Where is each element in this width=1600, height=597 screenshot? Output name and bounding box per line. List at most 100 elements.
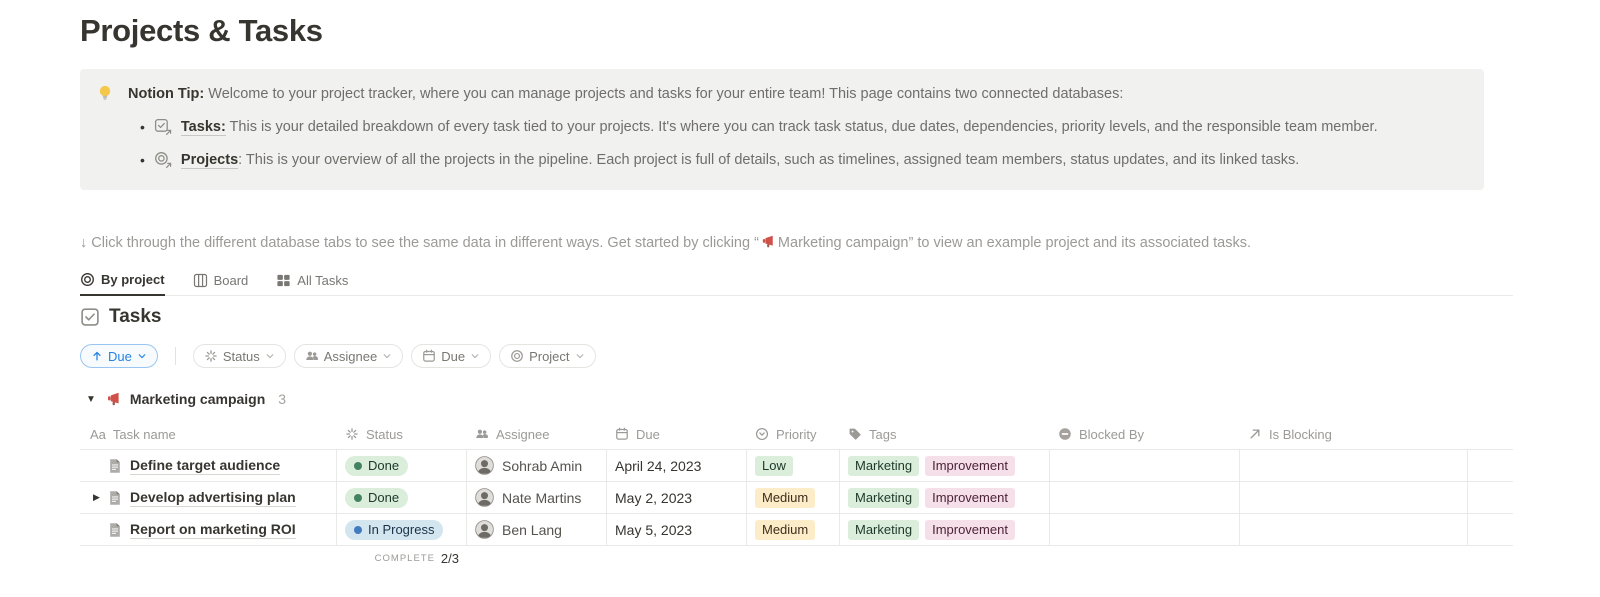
due-cell[interactable]: May 5, 2023 [607, 514, 747, 545]
column-calculation[interactable]: COMPLETE 2/3 [337, 551, 467, 566]
tag-pill[interactable]: Improvement [925, 520, 1015, 540]
notion-tip-callout: Notion Tip: Welcome to your project trac… [80, 69, 1484, 190]
blocked-by-cell[interactable] [1050, 514, 1240, 545]
tag-pill[interactable]: Marketing [848, 456, 919, 476]
avatar [475, 520, 494, 539]
tag-icon [848, 427, 862, 441]
database-title: Tasks [109, 306, 161, 328]
priority-cell[interactable]: Medium [747, 514, 840, 545]
page-icon [107, 522, 123, 538]
text-icon: Aa [90, 427, 106, 442]
projects-database-icon [154, 151, 172, 169]
is-blocking-cell[interactable] [1240, 514, 1468, 545]
priority-tag[interactable]: Medium [755, 488, 815, 508]
due-cell[interactable]: April 24, 2023 [607, 450, 747, 481]
status-pill[interactable]: In Progress [345, 520, 443, 540]
tags-cell[interactable]: Marketing Improvement [840, 450, 1050, 481]
status-pill[interactable]: Done [345, 456, 408, 476]
group-name[interactable]: Marketing campaign [130, 391, 265, 407]
row-expand-toggle[interactable]: ▶ [86, 492, 107, 503]
status-cell[interactable]: Done [337, 450, 467, 481]
filter-chip-assignee[interactable]: Assignee [294, 344, 403, 368]
chevron-down-icon [382, 351, 392, 361]
tags-cell[interactable]: Marketing Improvement [840, 514, 1050, 545]
column-header-task-name[interactable]: AaTask name [80, 419, 337, 449]
table-row[interactable]: ▶ Define target audience Done Sohrab Ami… [80, 450, 1513, 482]
column-header-due[interactable]: Due [607, 419, 747, 449]
table-row[interactable]: ▶ Report on marketing ROI In Progress Be… [80, 514, 1513, 546]
task-title[interactable]: Develop advertising plan [130, 489, 296, 507]
avatar [475, 456, 494, 475]
status-cell[interactable]: Done [337, 482, 467, 513]
tasks-database-icon [154, 118, 172, 136]
column-header-extra [1468, 419, 1513, 449]
status-dot-icon [354, 526, 362, 534]
view-tabs: By project Board All Tasks [80, 265, 1513, 296]
assignee-cell[interactable]: Ben Lang [467, 514, 607, 545]
table-row[interactable]: ▶ Develop advertising plan Done Nate Mar… [80, 482, 1513, 514]
group-collapse-toggle[interactable]: ▼ [86, 394, 96, 405]
table-header-row: AaTask name Status Assignee Due Priority… [80, 419, 1513, 450]
chevron-down-icon [137, 351, 147, 361]
status-pill[interactable]: Done [345, 488, 408, 508]
megaphone-icon [760, 234, 775, 249]
due-date: May 5, 2023 [615, 522, 692, 538]
tag-pill[interactable]: Marketing [848, 520, 919, 540]
target-icon [80, 272, 95, 287]
tag-pill[interactable]: Improvement [925, 456, 1015, 476]
priority-tag[interactable]: Low [755, 456, 793, 476]
priority-tag[interactable]: Medium [755, 520, 815, 540]
column-header-is-blocking[interactable]: Is Blocking [1240, 419, 1468, 449]
assignee-cell[interactable]: Nate Martins [467, 482, 607, 513]
bullet-dot: • [140, 117, 145, 137]
column-header-tags[interactable]: Tags [840, 419, 1050, 449]
assignee-cell[interactable]: Sohrab Amin [467, 450, 607, 481]
sort-chip-due[interactable]: Due [80, 344, 158, 368]
tab-board[interactable]: Board [193, 265, 249, 295]
due-cell[interactable]: May 2, 2023 [607, 482, 747, 513]
due-date: April 24, 2023 [615, 458, 701, 474]
priority-cell[interactable]: Low [747, 450, 840, 481]
task-name-cell[interactable]: ▶ Develop advertising plan [80, 482, 337, 513]
tab-by-project[interactable]: By project [80, 265, 165, 296]
status-cell[interactable]: In Progress [337, 514, 467, 545]
is-blocking-cell[interactable] [1240, 482, 1468, 513]
instruction-text: ↓ Click through the different database t… [80, 233, 1251, 253]
task-title[interactable]: Report on marketing ROI [130, 521, 296, 539]
arrow-up-icon [91, 350, 103, 362]
tags-cell[interactable]: Marketing Improvement [840, 482, 1050, 513]
blocked-by-cell[interactable] [1050, 450, 1240, 481]
column-header-assignee[interactable]: Assignee [467, 419, 607, 449]
filter-chip-status[interactable]: Status [193, 344, 286, 368]
filter-chip-due[interactable]: Due [411, 344, 491, 368]
status-spinner-icon [345, 427, 359, 441]
tasks-db-link[interactable]: Tasks: [181, 119, 226, 136]
task-name-cell[interactable]: ▶ Report on marketing ROI [80, 514, 337, 545]
column-header-status[interactable]: Status [337, 419, 467, 449]
chip-divider [175, 347, 176, 365]
tag-pill[interactable]: Improvement [925, 488, 1015, 508]
priority-cell[interactable]: Medium [747, 482, 840, 513]
task-name-cell[interactable]: ▶ Define target audience [80, 450, 337, 481]
column-header-priority[interactable]: Priority [747, 419, 840, 449]
status-spinner-icon [204, 349, 218, 363]
table-icon [276, 273, 291, 288]
callout-bullet-tasks: • Tasks: This is your detailed breakdown… [140, 117, 1468, 137]
tag-pill[interactable]: Marketing [848, 488, 919, 508]
calendar-icon [422, 349, 436, 363]
is-blocking-cell[interactable] [1240, 450, 1468, 481]
blocked-by-cell[interactable] [1050, 482, 1240, 513]
chevron-down-icon [265, 351, 275, 361]
page-title: Projects & Tasks [80, 13, 323, 49]
chevron-down-icon [470, 351, 480, 361]
projects-db-link[interactable]: Projects [181, 152, 238, 169]
column-header-blocked-by[interactable]: Blocked By [1050, 419, 1240, 449]
people-icon [475, 427, 489, 441]
chevron-down-icon [575, 351, 585, 361]
callout-bullet-projects: • Projects: This is your overview of all… [140, 150, 1468, 170]
task-title[interactable]: Define target audience [130, 457, 280, 475]
status-dot-icon [354, 462, 362, 470]
filter-chip-project[interactable]: Project [499, 344, 595, 368]
assignee-name: Sohrab Amin [502, 458, 582, 474]
tab-all-tasks[interactable]: All Tasks [276, 265, 348, 295]
